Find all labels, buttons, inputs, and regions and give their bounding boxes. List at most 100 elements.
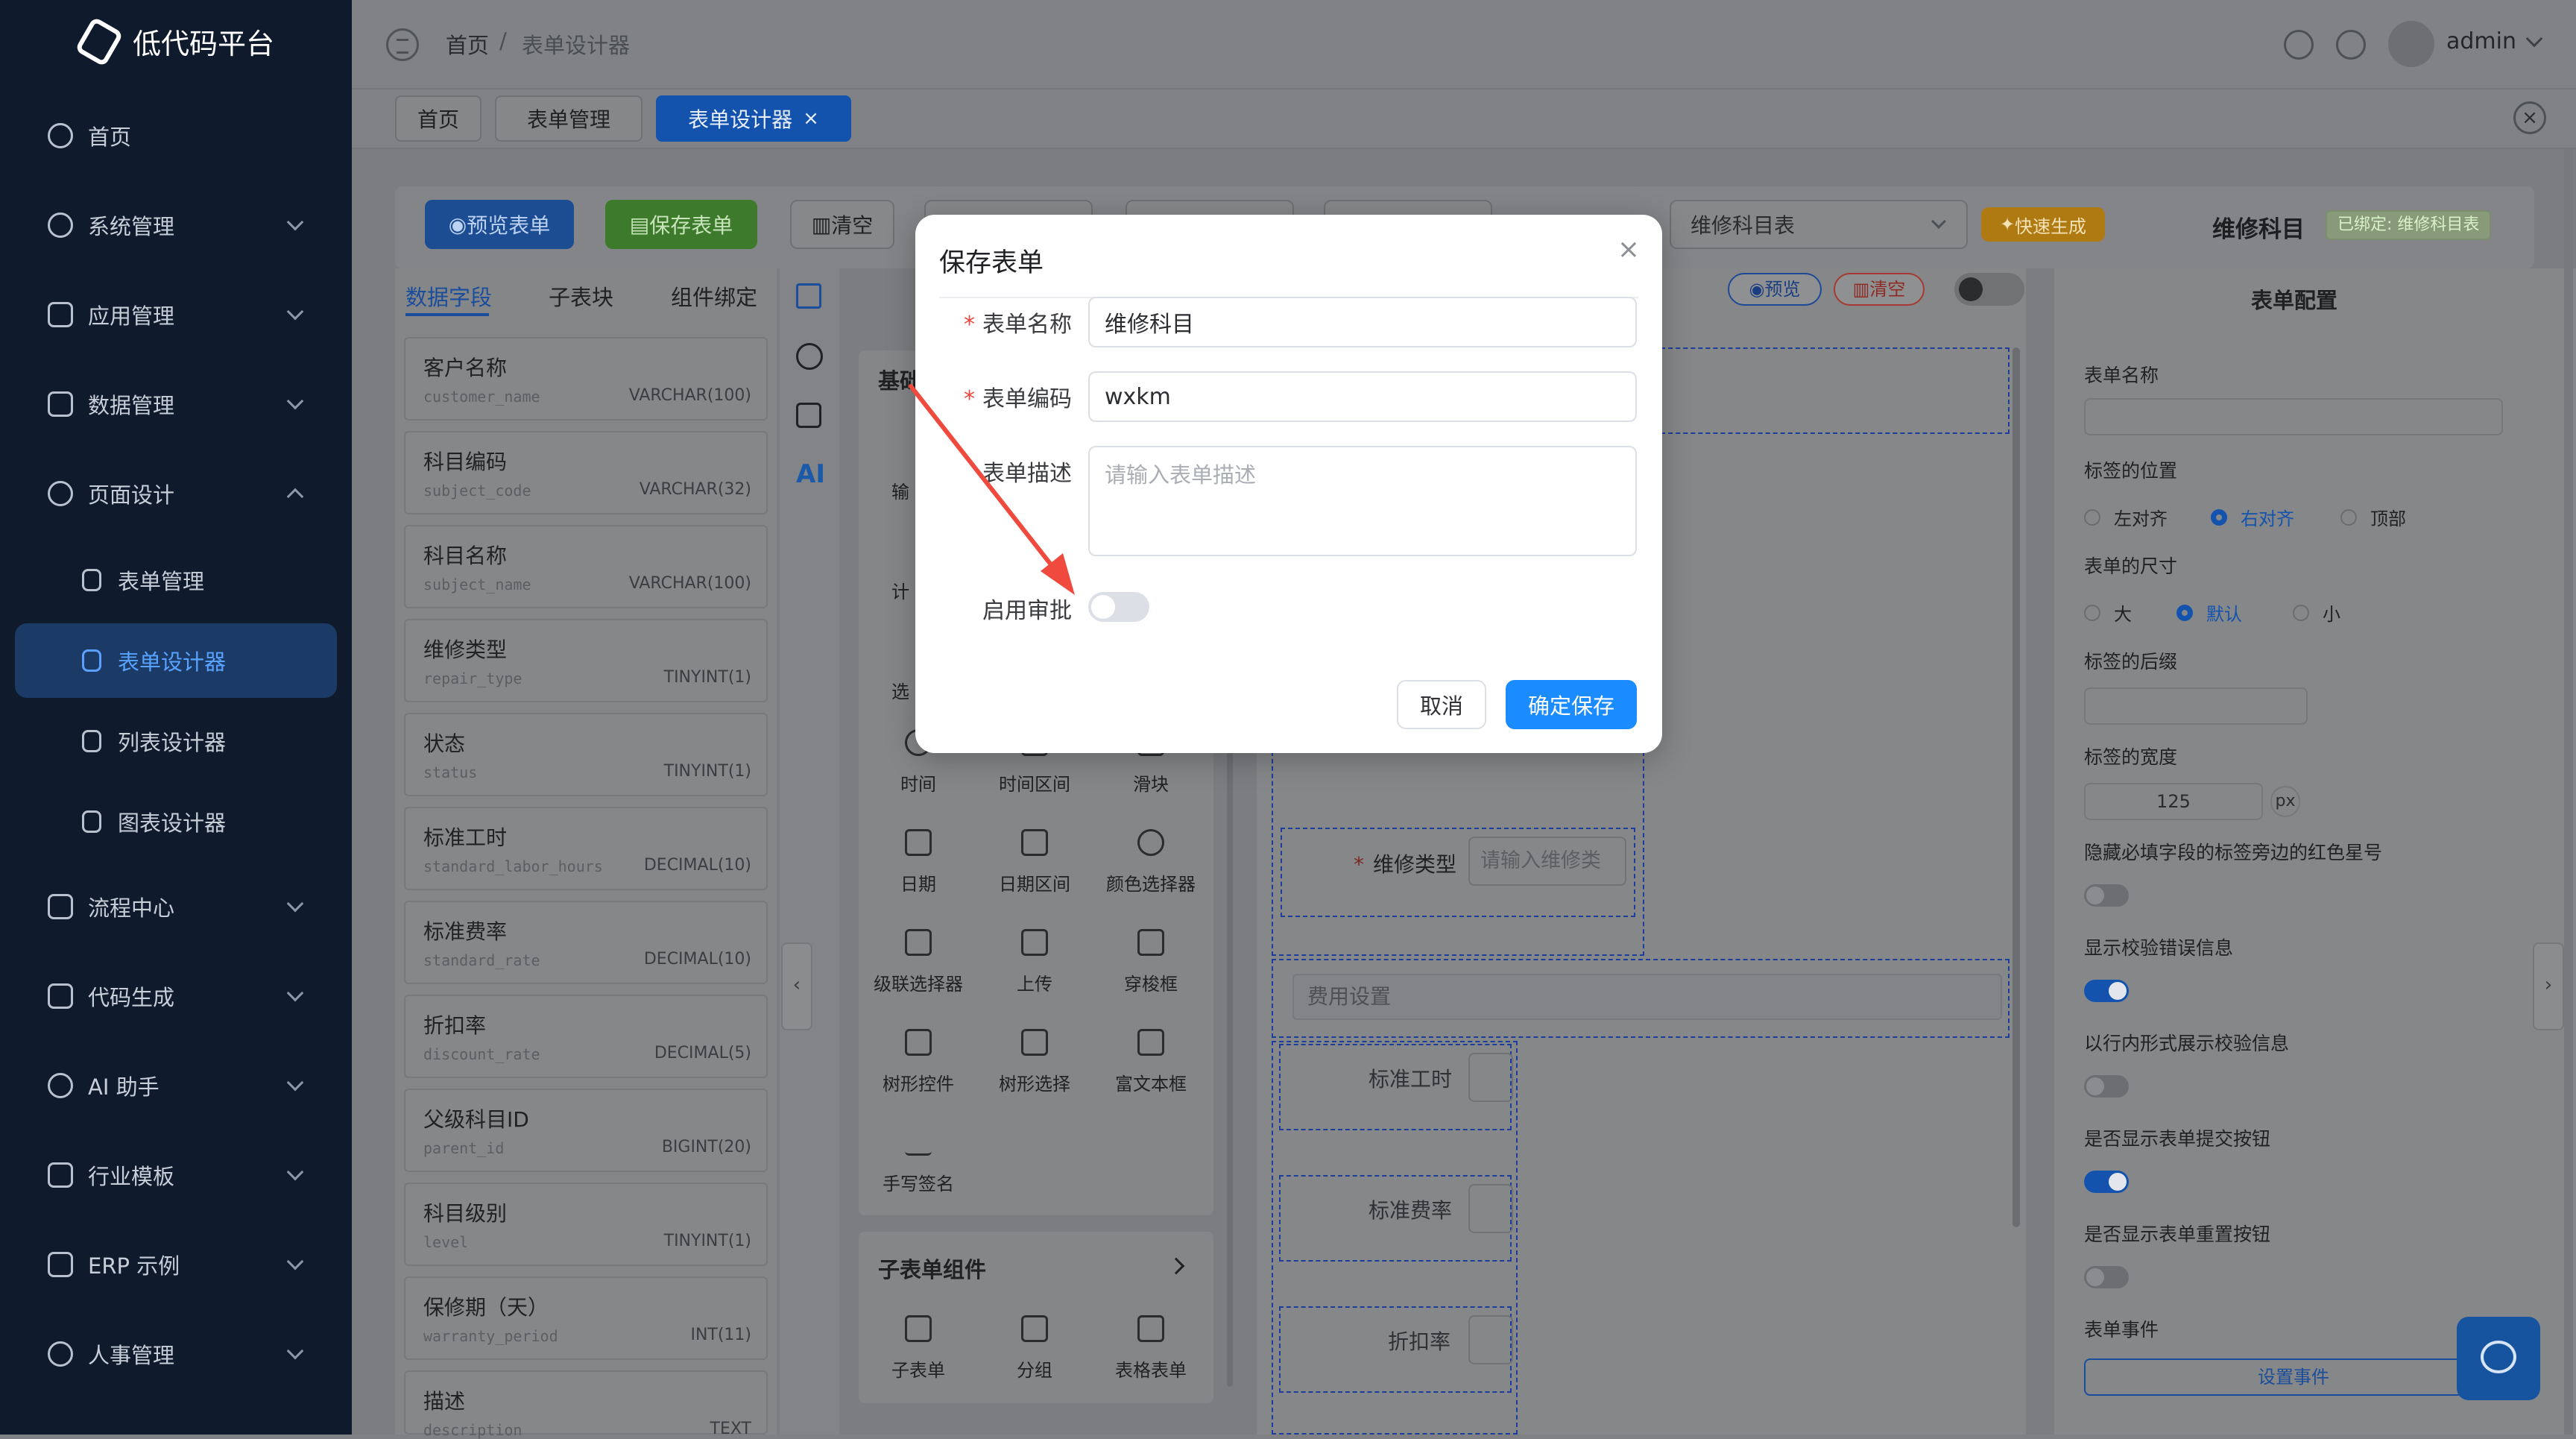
toggle-show-validation[interactable] xyxy=(2084,980,2129,1002)
ai-icon[interactable]: AI xyxy=(796,459,825,489)
cancel-button[interactable]: 取消 xyxy=(1397,680,1486,729)
field-item[interactable]: 折扣率 discount_rate DECIMAL(5) xyxy=(404,995,768,1078)
globe-icon[interactable] xyxy=(796,343,823,370)
preview-form-button[interactable]: ◉ 预览表单 xyxy=(425,200,574,249)
page-scrollbar[interactable] xyxy=(2564,149,2573,1435)
field-item[interactable]: 科目级别 level TINYINT(1) xyxy=(404,1183,768,1266)
tab-component-binding[interactable]: 组件绑定 xyxy=(671,280,757,312)
toggle-show-submit[interactable] xyxy=(2084,1171,2129,1193)
field-item[interactable]: 客户名称 customer_name VARCHAR(100) xyxy=(404,337,768,421)
set-events-button[interactable]: 设置事件 xyxy=(2084,1358,2503,1396)
sidebar-item-form-manage[interactable]: 表单管理 xyxy=(0,543,352,617)
tab-data-fields[interactable]: 数据字段 xyxy=(405,280,492,312)
palette-table-form[interactable]: 表格表单 xyxy=(1099,1315,1203,1382)
sidebar-item-apps[interactable]: 应用管理 xyxy=(0,277,352,352)
radio-default[interactable]: 默认 xyxy=(2176,599,2242,626)
field-item[interactable]: 保修期（天） warranty_period INT(11) xyxy=(404,1276,768,1360)
palette-cascader[interactable]: 级联选择器 xyxy=(866,929,970,995)
confirm-save-button[interactable]: 确定保存 xyxy=(1506,680,1637,729)
tab-sub-blocks[interactable]: 子表块 xyxy=(549,280,613,312)
settings-icon[interactable] xyxy=(2336,30,2366,60)
sidebar-item-erp[interactable]: ERP 示例 xyxy=(0,1227,352,1302)
close-icon[interactable]: × xyxy=(1617,234,1640,265)
tab-form-designer[interactable]: 表单设计器 × xyxy=(656,95,851,142)
palette-signature[interactable]: 手写签名 xyxy=(866,1129,970,1195)
field-item[interactable]: 描述 description TEXT xyxy=(404,1370,768,1439)
close-icon[interactable]: × xyxy=(803,107,819,130)
field-item[interactable]: 父级科目ID parent_id BIGINT(20) xyxy=(404,1089,768,1172)
labor-hours-input[interactable] xyxy=(1468,1053,1513,1102)
field-item[interactable]: 标准工时 standard_labor_hours DECIMAL(10) xyxy=(404,807,768,890)
user-name[interactable]: admin xyxy=(2446,28,2516,54)
table-select[interactable]: 维修科目表 xyxy=(1670,200,1968,249)
palette-date-range[interactable]: 日期区间 xyxy=(982,829,1087,895)
avatar[interactable] xyxy=(2388,21,2434,67)
edit-mode-toggle[interactable] xyxy=(1954,273,2024,306)
radio-large[interactable]: 大 xyxy=(2084,599,2132,626)
clear-button[interactable]: ▥ 清空 xyxy=(790,200,894,249)
sidebar-item-ai[interactable]: AI 助手 xyxy=(0,1048,352,1123)
sidebar-item-templates[interactable]: 行业模板 xyxy=(0,1138,352,1212)
form-desc-textarea[interactable]: 请输入表单描述 xyxy=(1088,446,1637,556)
chat-fab[interactable] xyxy=(2457,1317,2540,1400)
field-item[interactable]: 科目名称 subject_name VARCHAR(100) xyxy=(404,525,768,608)
sidebar-item-workflow[interactable]: 流程中心 xyxy=(0,869,352,944)
sidebar-item-system[interactable]: 系统管理 xyxy=(0,188,352,262)
radio-left[interactable]: 左对齐 xyxy=(2084,504,2168,530)
bell-icon[interactable] xyxy=(2284,30,2314,60)
canvas-scrollbar[interactable] xyxy=(2012,347,2020,1227)
sidebar-item-data[interactable]: 数据管理 xyxy=(0,367,352,441)
canvas-clear-button[interactable]: ▥清空 xyxy=(1834,273,1925,306)
code-icon[interactable] xyxy=(796,403,821,428)
config-form-name-input[interactable] xyxy=(2084,398,2503,435)
breadcrumb-home[interactable]: 首页 xyxy=(446,28,489,60)
palette-upload[interactable]: 上传 xyxy=(982,929,1087,995)
save-form-button[interactable]: ▤ 保存表单 xyxy=(605,200,757,249)
radio-right[interactable]: 右对齐 xyxy=(2211,504,2294,530)
radio-small[interactable]: 小 xyxy=(2293,599,2340,626)
sidebar-item-codegen[interactable]: 代码生成 xyxy=(0,959,352,1033)
approval-toggle[interactable] xyxy=(1088,592,1149,622)
palette-rich-text[interactable]: 富文本框 xyxy=(1099,1029,1203,1095)
config-label-width-input[interactable]: 125 xyxy=(2084,783,2263,820)
sidebar-item-home[interactable]: 首页 xyxy=(0,98,352,173)
sidebar-item-chart-designer[interactable]: 图表设计器 xyxy=(0,784,352,859)
tab-home[interactable]: 首页 xyxy=(395,95,482,142)
palette-date[interactable]: 日期 xyxy=(866,829,970,895)
canvas-preview-button[interactable]: ◉预览 xyxy=(1728,273,1822,306)
form-name-input[interactable]: 维修科目 xyxy=(1088,297,1637,347)
rate-input[interactable] xyxy=(1468,1184,1513,1233)
radio-top[interactable]: 顶部 xyxy=(2340,504,2406,530)
sidebar-item-page-design[interactable]: 页面设计 xyxy=(0,456,352,531)
form-code-input[interactable]: wxkm xyxy=(1088,371,1637,422)
collapse-right-icon[interactable]: › xyxy=(2533,942,2564,1030)
config-label-suffix-input[interactable] xyxy=(2084,687,2308,725)
quick-generate-button[interactable]: ✦ 快速生成 xyxy=(1981,207,2105,242)
palette-tree-select[interactable]: 树形选择 xyxy=(982,1029,1087,1095)
close-all-tabs-icon[interactable]: × xyxy=(2513,101,2546,134)
palette-transfer[interactable]: 穿梭框 xyxy=(1099,929,1203,995)
field-item[interactable]: 标准费率 standard_rate DECIMAL(10) xyxy=(404,901,768,984)
toggle-show-reset[interactable] xyxy=(2084,1266,2129,1288)
toggle-inline-validation[interactable] xyxy=(2084,1075,2129,1098)
repair-type-input[interactable]: 请输入维修类 xyxy=(1468,837,1626,886)
radio-dot xyxy=(2176,604,2193,621)
tab-form-manage[interactable]: 表单管理 xyxy=(495,95,643,142)
toggle-hide-required[interactable] xyxy=(2084,884,2129,907)
collapse-left-icon[interactable]: ‹ xyxy=(781,942,812,1030)
palette-tree[interactable]: 树形控件 xyxy=(866,1029,970,1095)
palette-color-picker[interactable]: 颜色选择器 xyxy=(1099,829,1203,895)
discount-input[interactable] xyxy=(1468,1315,1513,1364)
palette-partial[interactable]: 选 xyxy=(891,677,909,703)
field-item[interactable]: 状态 status TINYINT(1) xyxy=(404,713,768,796)
sidebar-item-list-designer[interactable]: 列表设计器 xyxy=(0,704,352,778)
tree-select-icon xyxy=(1021,1029,1048,1056)
palette-subform[interactable]: 子表单 xyxy=(866,1315,970,1382)
field-item[interactable]: 科目编码 subject_code VARCHAR(32) xyxy=(404,431,768,514)
sidebar-item-hr[interactable]: 人事管理 xyxy=(0,1317,352,1391)
field-item[interactable]: 维修类型 repair_type TINYINT(1) xyxy=(404,619,768,702)
palette-group[interactable]: 分组 xyxy=(982,1315,1087,1382)
sidebar-item-form-designer[interactable]: 表单设计器 xyxy=(15,623,337,698)
menu-toggle-icon[interactable] xyxy=(386,28,419,61)
grid-icon[interactable] xyxy=(796,283,821,309)
